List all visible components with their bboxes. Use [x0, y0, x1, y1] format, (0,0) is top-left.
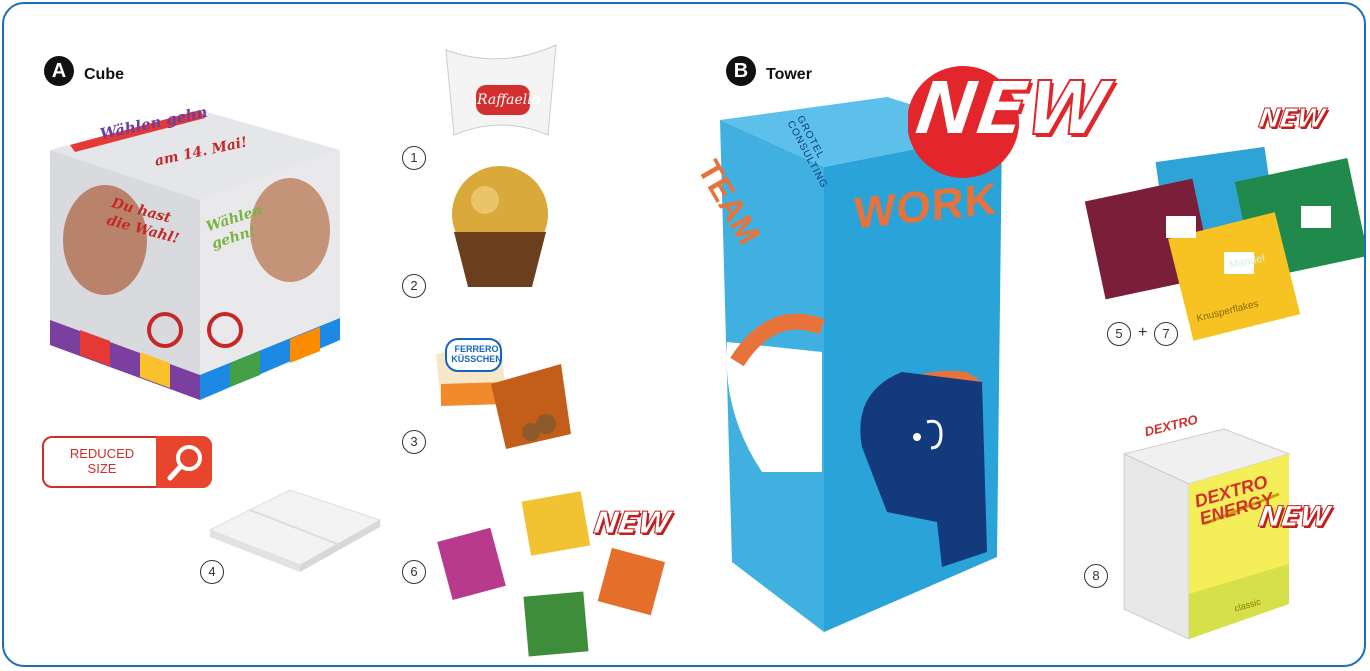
- item-number-8: 8: [1084, 564, 1108, 588]
- item-number-3: 3: [402, 430, 426, 454]
- item-number-1: 1: [402, 146, 426, 170]
- kusschen-label: FERRERO KÜSSCHEN: [449, 344, 504, 364]
- dextro-energy-image: [1122, 428, 1291, 640]
- item-number-4: 4: [200, 560, 224, 584]
- section-a-title: Cube: [84, 66, 124, 83]
- dextrose-tablet-image: [208, 489, 382, 572]
- reduced-size-button[interactable]: REDUCED SIZE: [42, 436, 212, 488]
- reduced-size-line-1: REDUCED: [69, 446, 135, 461]
- cube-box-image: [50, 110, 340, 400]
- catalog-panel: A Cube Wählen gehn am 14. Mai! Du hast d…: [2, 2, 1366, 667]
- item-number-5: 5: [1107, 322, 1131, 346]
- reduced-size-line-2: SIZE: [87, 461, 117, 476]
- raffaello-label: Raffaello: [477, 92, 541, 108]
- section-b-title: Tower: [766, 66, 812, 83]
- raffaello-image: [445, 44, 557, 136]
- mini-new-badge: NEW: [591, 506, 673, 542]
- item-number-7: 7: [1154, 322, 1178, 346]
- item-number-6: 6: [402, 560, 426, 584]
- reduced-size-label: REDUCED SIZE: [52, 446, 152, 476]
- item-number-2: 2: [402, 274, 426, 298]
- dextro-new-badge: NEW: [1256, 500, 1332, 534]
- ritter-new-badge: NEW: [1256, 104, 1327, 135]
- section-a-badge: A: [44, 56, 74, 86]
- kusschen-label-line-1: FERRERO: [454, 344, 499, 354]
- plus-sign: +: [1138, 324, 1148, 341]
- section-b-badge: B: [726, 56, 756, 86]
- kusschen-label-line-2: KÜSSCHEN: [451, 354, 502, 364]
- tower-new-badge: NEW: [909, 65, 1114, 153]
- ferrero-rocher-image: [452, 166, 548, 287]
